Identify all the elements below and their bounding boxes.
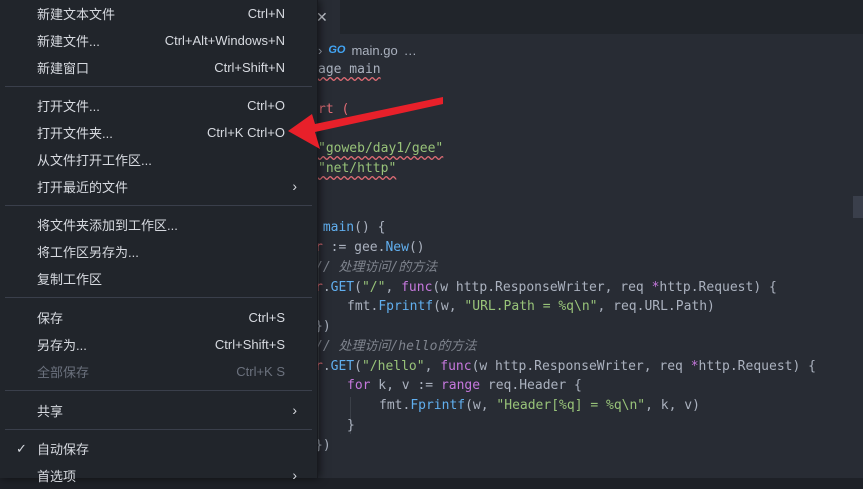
breadcrumb-file[interactable]: main.go xyxy=(351,43,397,58)
code-line: r.GET("/hello", func(w http.ResponseWrit… xyxy=(315,359,816,374)
code-line: // 处理访问/的方法 xyxy=(315,260,438,275)
menu-item-add-folder-to-workspace[interactable]: 将文件夹添加到工作区... xyxy=(0,211,317,238)
menu-item-open-recent[interactable]: 打开最近的文件 › xyxy=(0,173,317,200)
chevron-right-icon: › xyxy=(292,467,297,483)
menu-item-new-file[interactable]: 新建文件... Ctrl+Alt+Windows+N xyxy=(0,27,317,54)
menu-separator xyxy=(5,86,312,87)
code-line: rt ( xyxy=(318,102,350,117)
menu-item-save-all: 全部保存 Ctrl+K S xyxy=(37,364,285,380)
menu-separator xyxy=(5,205,312,206)
code-line: } xyxy=(347,418,355,433)
menu-item-save[interactable]: 保存 Ctrl+S xyxy=(0,304,317,331)
code-line: "goweb/day1/gee" xyxy=(318,141,444,156)
menu-item-open-file[interactable]: 打开文件... Ctrl+O xyxy=(0,92,317,119)
menu-item-duplicate-workspace[interactable]: 复制工作区 xyxy=(0,265,317,292)
menu-separator xyxy=(5,390,312,391)
menu-item-open-folder[interactable]: 打开文件夹... Ctrl+K Ctrl+O xyxy=(0,119,317,146)
menu-item-new-text-file[interactable]: 新建文本文件 Ctrl+N xyxy=(0,0,317,27)
menu-separator xyxy=(5,297,312,298)
menu-item-save-as[interactable]: 另存为... Ctrl+Shift+S xyxy=(0,331,317,358)
chevron-right-icon: › xyxy=(292,178,297,194)
code-line: r := gee.New() xyxy=(315,240,425,255)
code-line: fmt.Fprintf(w, "URL.Path = %q\n", req.UR… xyxy=(347,299,715,314)
code-line: age main xyxy=(318,62,381,77)
code-line: fmt.Fprintf(w, "Header[%q] = %q\n", k, v… xyxy=(379,398,700,413)
breadcrumb: › GO main.go … xyxy=(318,40,417,60)
minimap-slider[interactable] xyxy=(853,196,863,218)
code-line: "net/http" xyxy=(318,161,397,176)
go-file-icon: GO xyxy=(328,44,346,56)
menu-separator xyxy=(5,429,312,430)
menu-item-open-workspace-from-file[interactable]: 从文件打开工作区... xyxy=(0,146,317,173)
breadcrumb-more[interactable]: … xyxy=(404,43,417,58)
code-line: main() { xyxy=(315,220,386,235)
menu-item-share[interactable]: 共享 › xyxy=(0,397,317,424)
code-line: for k, v := range req.Header { xyxy=(347,378,582,393)
chevron-right-icon: › xyxy=(292,402,297,418)
menu-item-preferences[interactable]: 首选项 › xyxy=(0,462,317,489)
menu-item-auto-save[interactable]: ✓ 自动保存 xyxy=(0,435,317,462)
check-icon: ✓ xyxy=(16,440,27,456)
menu-item-save-workspace-as[interactable]: 将工作区另存为... xyxy=(0,238,317,265)
code-line: r.GET("/", func(w http.ResponseWriter, r… xyxy=(315,280,777,295)
menu-item-new-window[interactable]: 新建窗口 Ctrl+Shift+N xyxy=(0,54,317,81)
file-menu: 新建文本文件 Ctrl+N 新建文件... Ctrl+Alt+Windows+N… xyxy=(0,0,318,484)
code-line: // 处理访问/hello的方法 xyxy=(315,339,477,354)
chevron-right-icon: › xyxy=(318,42,323,58)
